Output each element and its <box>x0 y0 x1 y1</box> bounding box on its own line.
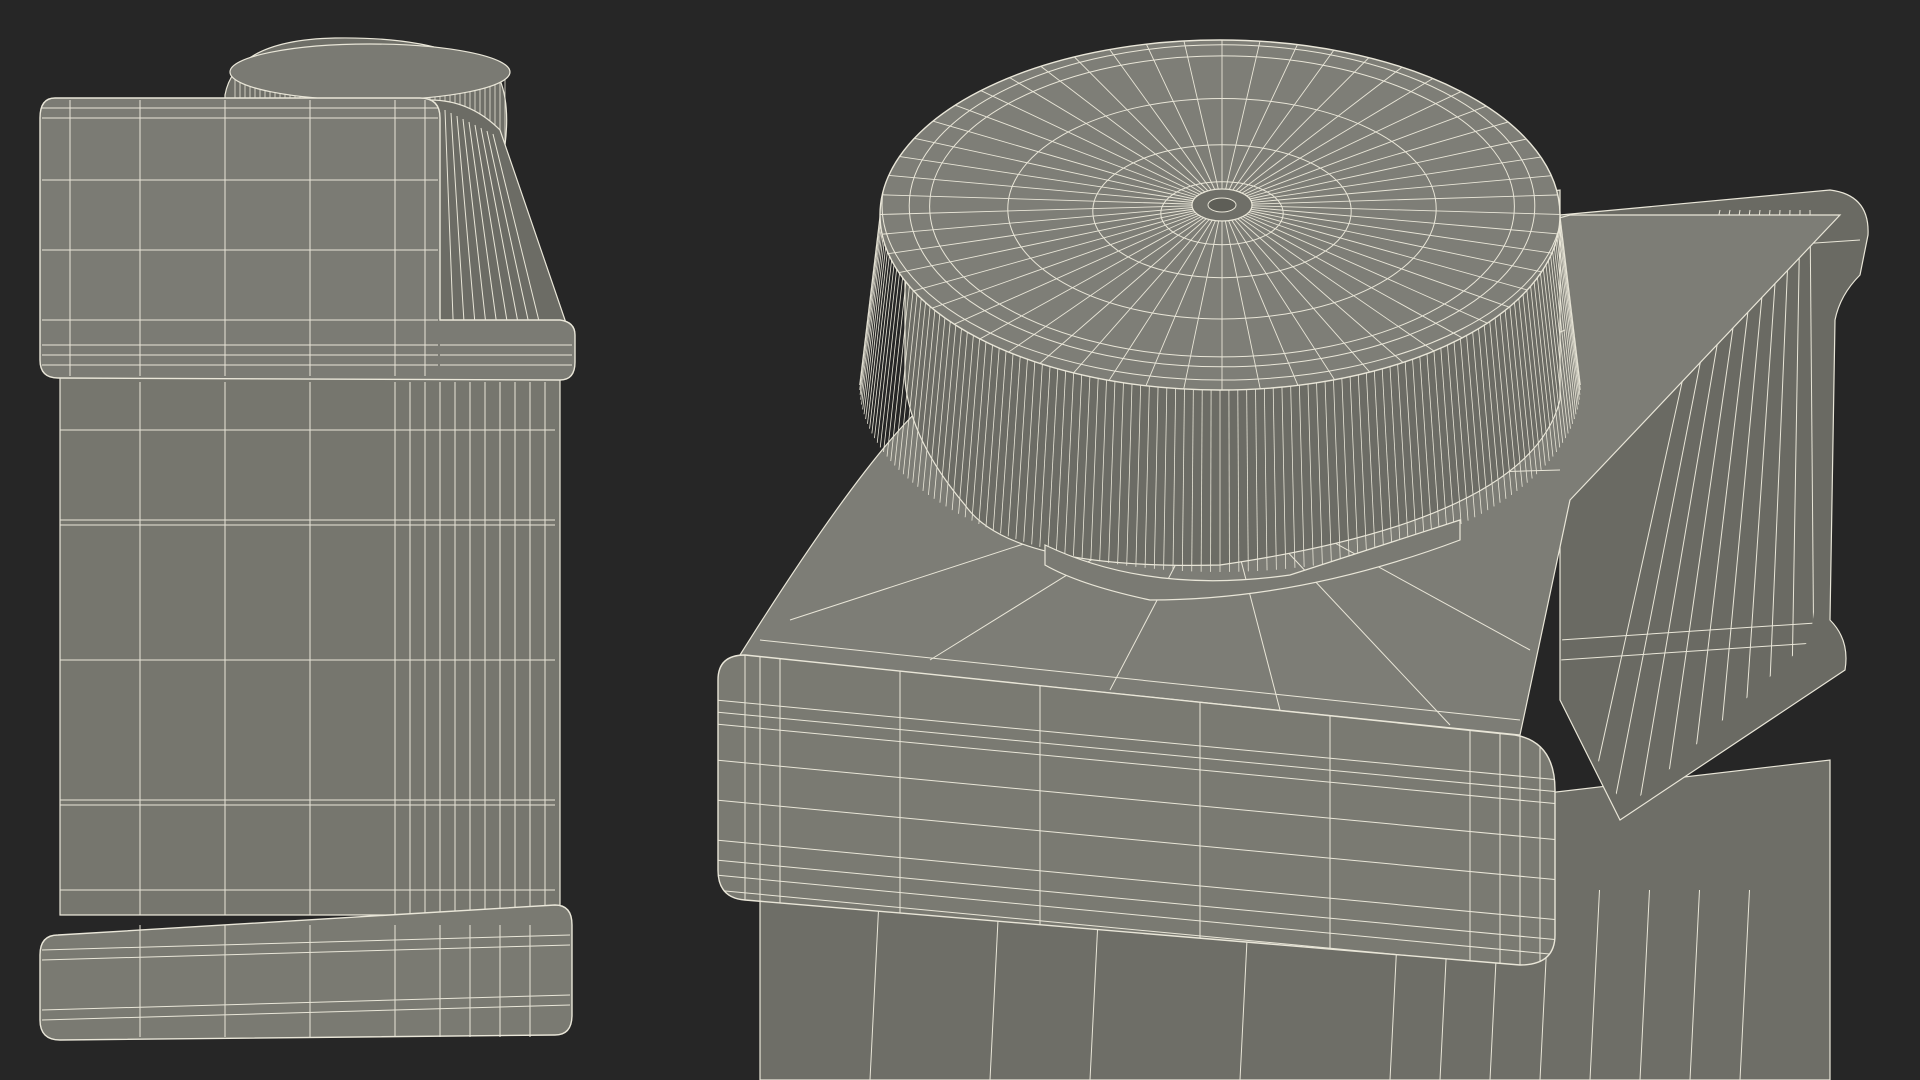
cap-rib <box>859 214 881 386</box>
cap-rib <box>1210 389 1212 572</box>
left-view <box>39 37 576 1041</box>
left-base <box>39 904 573 1041</box>
right-view <box>717 39 1869 1080</box>
cap-rib <box>867 251 888 424</box>
cap-rib <box>862 237 884 410</box>
cap-rib <box>859 224 881 395</box>
cap-rib <box>861 233 883 405</box>
wireframe-render <box>39 37 1869 1080</box>
cap-rib <box>1228 389 1230 572</box>
render-canvas <box>0 0 1920 1080</box>
